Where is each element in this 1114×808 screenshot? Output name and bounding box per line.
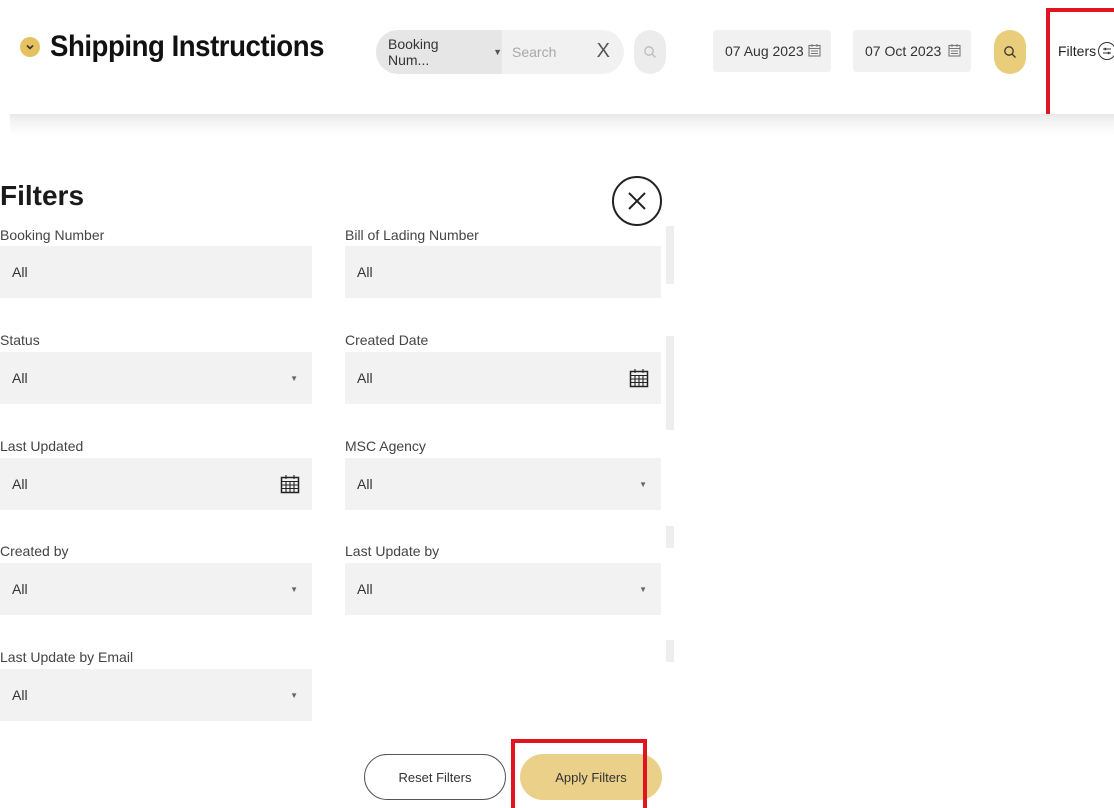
apply-search-button[interactable] (994, 30, 1026, 74)
search-field-select[interactable]: Booking Num... ▼ (376, 30, 502, 74)
calendar-icon[interactable] (808, 43, 821, 57)
calendar-icon[interactable] (948, 43, 961, 57)
highlight-filters-button (1046, 8, 1114, 130)
created-by-value: All (12, 581, 28, 597)
created-date-value: All (357, 370, 373, 386)
last-updated-input[interactable]: All (0, 458, 312, 510)
last-update-by-email-label: Last Update by Email (0, 649, 134, 665)
date-from-value: 07 Aug 2023 (725, 43, 804, 59)
search-input[interactable]: Search X (502, 30, 624, 74)
page-title: Shipping Instructions (50, 30, 325, 63)
caret-down-icon: ▼ (290, 374, 298, 383)
close-icon (628, 192, 646, 210)
search-group: Booking Num... ▼ Search X (376, 30, 624, 74)
booking-number-input[interactable]: All (0, 246, 312, 298)
calendar-icon[interactable] (629, 368, 649, 388)
created-date-label: Created Date (345, 332, 429, 348)
last-update-by-label: Last Update by (345, 543, 440, 559)
booking-number-label: Booking Number (0, 227, 105, 243)
caret-down-icon: ▼ (639, 480, 647, 489)
status-select[interactable]: All ▼ (0, 352, 312, 404)
last-update-by-value: All (357, 581, 373, 597)
search-icon (1004, 46, 1016, 58)
clear-search-icon[interactable]: X (597, 40, 610, 63)
bill-of-lading-value: All (357, 264, 373, 280)
filters-panel: Filters Booking Number All Bill of Ladin… (0, 160, 666, 808)
search-button[interactable] (634, 30, 666, 74)
bill-of-lading-label: Bill of Lading Number (345, 227, 479, 243)
search-field-selected: Booking Num... (388, 36, 439, 68)
search-placeholder: Search (512, 44, 557, 60)
highlight-apply-filters-button (511, 739, 647, 808)
title-group: Shipping Instructions (20, 30, 348, 64)
created-by-label: Created by (0, 543, 69, 559)
last-updated-label: Last Updated (0, 438, 84, 454)
msc-agency-label: MSC Agency (345, 438, 426, 454)
reset-filters-button[interactable]: Reset Filters (364, 754, 506, 800)
last-update-by-select[interactable]: All ▼ (345, 563, 661, 615)
search-icon (644, 46, 656, 58)
last-update-by-email-select[interactable]: All ▼ (0, 669, 312, 721)
page-header: Shipping Instructions Booking Num... ▼ S… (0, 0, 1114, 112)
last-updated-value: All (12, 476, 28, 492)
date-from-field[interactable]: 07 Aug 2023 (713, 30, 831, 72)
calendar-icon[interactable] (280, 474, 300, 494)
msc-agency-value: All (357, 476, 373, 492)
created-by-select[interactable]: All ▼ (0, 563, 312, 615)
last-update-by-email-value: All (12, 687, 28, 703)
close-filters-button[interactable] (612, 176, 662, 226)
caret-down-icon: ▼ (290, 585, 298, 594)
filters-panel-title: Filters (0, 180, 85, 211)
caret-down-icon: ▼ (639, 585, 647, 594)
caret-down-icon: ▼ (493, 47, 502, 57)
header-divider (10, 114, 1114, 136)
booking-number-value: All (12, 264, 28, 280)
status-value: All (12, 370, 28, 386)
date-to-field[interactable]: 07 Oct 2023 (853, 30, 971, 72)
msc-agency-select[interactable]: All ▼ (345, 458, 661, 510)
status-label: Status (0, 332, 40, 348)
created-date-input[interactable]: All (345, 352, 661, 404)
bill-of-lading-input[interactable]: All (345, 246, 661, 298)
date-to-value: 07 Oct 2023 (865, 43, 942, 59)
chevron-down-icon[interactable] (20, 37, 40, 57)
caret-down-icon: ▼ (290, 691, 298, 700)
